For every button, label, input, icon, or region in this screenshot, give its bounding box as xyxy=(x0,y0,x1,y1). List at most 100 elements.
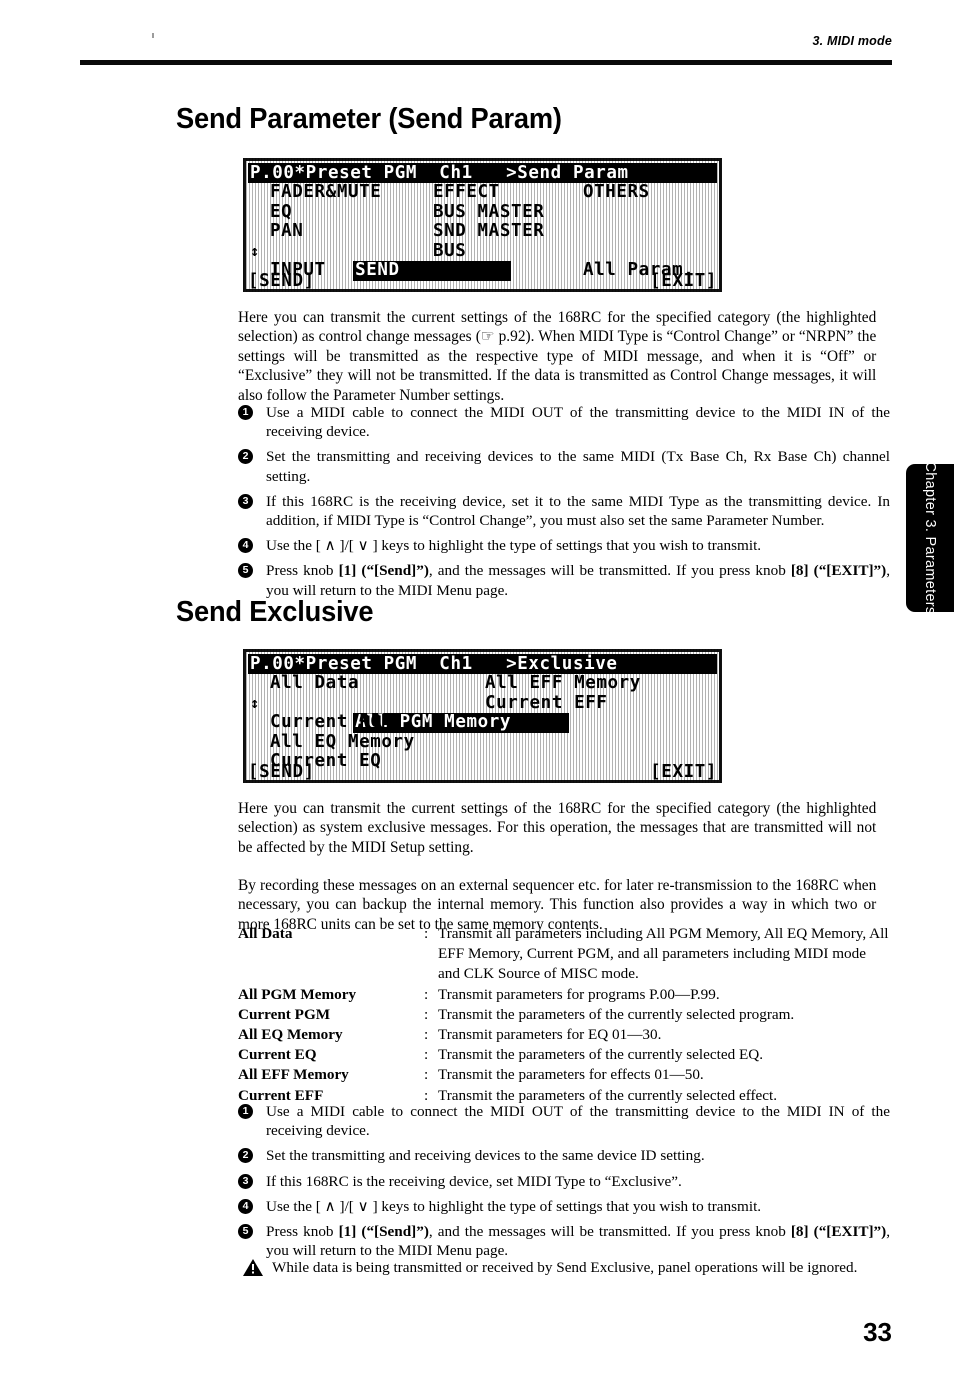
caution-note: While data is being transmitted or recei… xyxy=(242,1258,890,1277)
definition-colon: : xyxy=(424,1026,429,1044)
lcd-row: PAN SND MASTER xyxy=(248,222,717,242)
page-title-send-parameter: Send Parameter (Send Param) xyxy=(176,103,562,135)
chapter-thumb-tab: Chapter 3. Parameters xyxy=(906,464,954,612)
lcd-row: Current PGM xyxy=(248,713,717,733)
step-item: 3 If this 168RC is the receiving device,… xyxy=(238,492,890,530)
send-exclusive-description-1: Here you can transmit the current settin… xyxy=(238,800,877,856)
softkey-exit[interactable]: [EXIT] xyxy=(650,762,717,782)
step-number-3: 3 xyxy=(238,1173,253,1189)
step-item: 2 Set the transmitting and receiving dev… xyxy=(238,447,890,485)
definition-description: Transmit parameters for programs P.00—P.… xyxy=(438,985,720,1003)
lcd-item-others[interactable]: OTHERS xyxy=(583,182,650,203)
step-item: 3 If this 168RC is the receiving device,… xyxy=(238,1172,890,1191)
definition-term: Current PGM xyxy=(238,1005,331,1023)
step-item: 5 Press knob [1] (“[Send]”), and the mes… xyxy=(238,561,890,599)
definition-description: Transmit the parameters of the currently… xyxy=(438,1046,764,1064)
scan-speck xyxy=(152,33,154,38)
step-item: 4 Use the [ ∧ ]/[ ∨ ] keys to highlight … xyxy=(238,1197,890,1216)
lcd-display-send-param: P.00*Preset PGM Ch1 >Send Param FADER&MU… xyxy=(243,158,722,292)
lcd-item-all-eff-memory[interactable]: All EFF Memory xyxy=(485,673,641,694)
send-param-description: Here you can transmit the current settin… xyxy=(238,309,877,404)
lcd-titlebar: P.00*Preset PGM Ch1 >Send Param xyxy=(248,163,717,183)
definition-colon: : xyxy=(424,1005,429,1023)
step-text: Set the transmitting and receiving devic… xyxy=(266,448,890,485)
step-number-3: 3 xyxy=(238,493,253,509)
step-text: If this 168RC is the receiving device, s… xyxy=(266,492,890,530)
definition-description: Transmit the parameters of the currently… xyxy=(438,1005,795,1023)
lcd-item-pan[interactable]: PAN xyxy=(270,222,303,242)
caution-text: While data is being transmitted or recei… xyxy=(272,1259,858,1276)
lcd-row: All EQ Memory xyxy=(248,732,717,753)
lcd-row: All Data All EFF Memory xyxy=(248,673,717,694)
updown-cursor-icon: ↕ xyxy=(250,241,260,260)
definition-row: All PGM Memory : Transmit parameters for… xyxy=(238,985,890,1005)
definition-term: All EQ Memory xyxy=(238,1026,343,1044)
definition-term: All PGM Memory xyxy=(238,985,357,1003)
definition-colon: : xyxy=(424,1046,429,1064)
lcd-row: EQ BUS MASTER xyxy=(248,202,717,223)
lcd-item-all-data[interactable]: All Data xyxy=(270,673,359,694)
step-number-1: 1 xyxy=(238,1104,253,1119)
softkey-send[interactable]: [SEND] xyxy=(248,762,315,782)
lcd-item-fader-mute[interactable]: FADER&MUTE xyxy=(270,182,381,203)
send-exclusive-definition-list: All Data : Transmit all parameters inclu… xyxy=(238,924,890,1106)
definition-row: Current EQ : Transmit the parameters of … xyxy=(238,1045,890,1065)
lcd-item-bus-master[interactable]: BUS MASTER xyxy=(433,202,544,223)
step-item: 5 Press knob [1] (“[Send]”), and the mes… xyxy=(238,1222,890,1260)
step-item: 4 Use the [ ∧ ]/[ ∨ ] keys to highlight … xyxy=(238,536,890,555)
lcd-item-snd-master[interactable]: SND MASTER xyxy=(433,222,544,242)
step-item: 2 Set the transmitting and receiving dev… xyxy=(238,1146,890,1165)
lcd-row-selected: ↕ All PGM Memory Current EFF xyxy=(248,693,717,733)
step-number-4: 4 xyxy=(238,538,253,554)
definition-colon: : xyxy=(424,925,429,942)
step-text: Use a MIDI cable to connect the MIDI OUT… xyxy=(266,404,890,441)
step-number-1: 1 xyxy=(238,405,253,420)
definition-row: All EFF Memory : Transmit the parameters… xyxy=(238,1065,890,1085)
page-number: 33 xyxy=(863,1317,892,1347)
updown-cursor-icon: ↕ xyxy=(250,693,260,712)
lcd-row: FADER&MUTE EFFECT OTHERS xyxy=(248,182,717,203)
step-text: Use the [ ∧ ]/[ ∨ ] keys to highlight th… xyxy=(266,537,762,555)
definition-description: Transmit all parameters including All PG… xyxy=(438,925,889,983)
send-exclusive-steps: 1 Use a MIDI cable to connect the MIDI O… xyxy=(238,1102,890,1266)
step-text: Press knob [1] (“[Send]”), and the messa… xyxy=(266,562,891,599)
lcd-softkey-bar: [SEND] [EXIT] xyxy=(248,762,717,782)
definition-row: Current PGM : Transmit the parameters of… xyxy=(238,1005,890,1025)
definition-row: All Data : Transmit all parameters inclu… xyxy=(238,924,890,985)
lcd-item-all-eq-memory[interactable]: All EQ Memory xyxy=(270,732,415,753)
step-text: Press knob [1] (“[Send]”), and the messa… xyxy=(266,1223,891,1260)
step-text: Use the [ ∧ ]/[ ∨ ] keys to highlight th… xyxy=(266,1197,762,1215)
lcd-item-eq[interactable]: EQ xyxy=(270,202,292,223)
step-item: 1 Use a MIDI cable to connect the MIDI O… xyxy=(238,403,890,441)
definition-description: Transmit parameters for EQ 01—30. xyxy=(438,1026,662,1044)
step-text: Set the transmitting and receiving devic… xyxy=(266,1147,705,1165)
lcd-item-current-eff[interactable]: Current EFF xyxy=(485,693,608,714)
page-title-send-exclusive: Send Exclusive xyxy=(176,596,374,628)
running-head: 3. MIDI mode xyxy=(812,34,892,48)
lcd-titlebar: P.00*Preset PGM Ch1 >Exclusive xyxy=(248,654,717,674)
step-text: If this 168RC is the receiving device, s… xyxy=(266,1172,682,1190)
softkey-send[interactable]: [SEND] xyxy=(248,271,315,291)
lcd-row-selected: ↕ SEND BUS xyxy=(248,241,717,281)
step-number-5: 5 xyxy=(238,1224,253,1240)
definition-term: Current EQ xyxy=(238,1046,317,1064)
chapter-tab-label: Chapter 3. Parameters xyxy=(922,464,938,612)
softkey-exit[interactable]: [EXIT] xyxy=(650,271,717,291)
definition-row: All EQ Memory : Transmit parameters for … xyxy=(238,1025,890,1045)
step-number-2: 2 xyxy=(238,449,253,465)
lcd-item-bus[interactable]: BUS xyxy=(433,241,466,262)
lcd-menu-body: All Data All EFF Memory ↕ All PGM Memory… xyxy=(248,673,717,771)
lcd-item-effect[interactable]: EFFECT xyxy=(433,182,500,203)
step-item: 1 Use a MIDI cable to connect the MIDI O… xyxy=(238,1102,890,1140)
definition-colon: : xyxy=(424,985,429,1003)
lcd-menu-body: FADER&MUTE EFFECT OTHERS EQ BUS MASTER P… xyxy=(248,182,717,281)
send-param-steps: 1 Use a MIDI cable to connect the MIDI O… xyxy=(238,403,890,606)
lcd-display-send-exclusive: P.00*Preset PGM Ch1 >Exclusive All Data … xyxy=(243,649,722,783)
header-rule xyxy=(80,60,892,65)
lcd-softkey-bar: [SEND] [EXIT] xyxy=(248,271,717,291)
definition-description: Transmit the parameters for effects 01—5… xyxy=(438,1066,704,1084)
step-number-5: 5 xyxy=(238,563,253,579)
lcd-item-current-pgm[interactable]: Current PGM xyxy=(270,713,393,733)
step-number-4: 4 xyxy=(238,1198,253,1214)
definition-term: All Data xyxy=(238,925,293,942)
